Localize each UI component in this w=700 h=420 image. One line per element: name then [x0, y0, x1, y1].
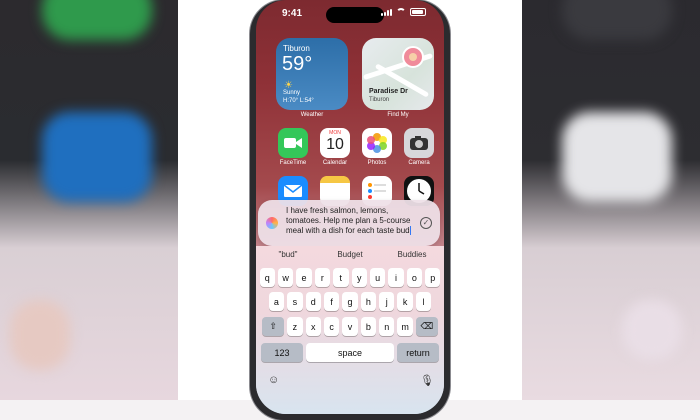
blurred-background-right — [522, 0, 700, 400]
emoji-icon[interactable]: ☺ — [268, 374, 279, 386]
calendar-date: 10 — [326, 136, 344, 153]
calendar-icon[interactable]: MON 10 — [320, 128, 350, 158]
key-l[interactable]: l — [415, 292, 432, 311]
app-label-calendar: Calendar — [322, 160, 348, 166]
key-x[interactable]: x — [305, 317, 321, 336]
space-key[interactable]: space — [306, 343, 394, 362]
key-w[interactable]: w — [277, 268, 294, 287]
wifi-icon — [396, 8, 406, 16]
key-o[interactable]: o — [406, 268, 423, 287]
key-k[interactable]: k — [397, 292, 413, 311]
key-v[interactable]: v — [342, 317, 358, 336]
camera-icon[interactable] — [404, 128, 434, 158]
key-p[interactable]: p — [425, 268, 441, 287]
key-row-4: 123 space return — [256, 343, 444, 362]
weather-temp: 59° — [282, 53, 313, 75]
signal-icon — [381, 8, 392, 16]
weather-widget[interactable]: Tiburon 59° ☀ Sunny H:70° L:54° — [276, 38, 348, 110]
home-screen: 9:41 Tiburon 59° ☀ Sunny H:70° L:54° Wea… — [256, 0, 444, 414]
facetime-icon[interactable] — [278, 128, 308, 158]
key-y[interactable]: y — [351, 268, 367, 287]
text-cursor — [409, 226, 411, 236]
key-e[interactable]: e — [296, 268, 312, 287]
findmy-widget-label: Find My — [387, 112, 409, 118]
key-r[interactable]: r — [314, 268, 331, 287]
app-label-camera: Camera — [408, 160, 430, 166]
weather-city: Tiburon — [283, 44, 310, 53]
checkmark-icon[interactable]: ✓ — [420, 217, 432, 229]
weather-condition: Sunny — [283, 90, 301, 96]
key-row-1: q w e r t y u i o p — [256, 268, 444, 287]
key-b[interactable]: b — [360, 317, 377, 336]
key-m[interactable]: m — [397, 317, 413, 336]
apple-intelligence-icon — [266, 217, 278, 229]
weather-high-low: H:70° L:54° — [283, 98, 314, 104]
microphone-icon[interactable]: 🎙 — [420, 374, 434, 387]
dynamic-island — [326, 7, 384, 23]
app-label-photos: Photos — [367, 160, 387, 166]
suggestion-2[interactable]: Buddies — [382, 250, 442, 259]
findmy-city: Tiburon — [369, 97, 390, 103]
iphone-frame: 9:41 Tiburon 59° ☀ Sunny H:70° L:54° Wea… — [250, 0, 450, 420]
key-d[interactable]: d — [305, 292, 321, 311]
delete-key[interactable]: ⌫ — [415, 317, 438, 336]
return-key[interactable]: return — [397, 343, 439, 362]
findmy-place: Paradise Dr — [369, 88, 408, 95]
status-time: 9:41 — [282, 8, 303, 19]
location-pin-icon — [402, 46, 424, 68]
key-h[interactable]: h — [360, 292, 377, 311]
key-u[interactable]: u — [369, 268, 386, 287]
key-s[interactable]: s — [287, 292, 303, 311]
shift-icon: ⇧ — [269, 321, 277, 331]
key-n[interactable]: n — [379, 317, 395, 336]
battery-icon — [410, 8, 426, 16]
photos-icon[interactable] — [362, 128, 392, 158]
keyboard: "bud" Budget Buddies q w e r t y u i o p… — [256, 246, 444, 414]
numbers-key[interactable]: 123 — [261, 343, 303, 362]
weather-widget-label: Weather — [300, 112, 324, 118]
key-row-2: a s d f g h j k l — [256, 292, 444, 311]
shift-key[interactable]: ⇧ — [262, 317, 285, 336]
key-row-3: ⇧ z x c v b n m ⌫ — [256, 317, 444, 336]
key-i[interactable]: i — [388, 268, 404, 287]
status-icons — [381, 8, 426, 16]
key-z[interactable]: z — [287, 317, 303, 336]
key-c[interactable]: c — [323, 317, 340, 336]
key-q[interactable]: q — [259, 268, 275, 287]
key-f[interactable]: f — [323, 292, 340, 311]
suggestion-0[interactable]: "bud" — [258, 250, 318, 259]
findmy-widget[interactable]: Paradise Dr Tiburon — [362, 38, 434, 110]
key-g[interactable]: g — [342, 292, 358, 311]
blurred-background-left — [0, 0, 178, 400]
suggestion-1[interactable]: Budget — [320, 250, 380, 259]
writing-tools-prompt[interactable]: I have fresh salmon, lemons, tomatoes. H… — [258, 200, 440, 246]
prompt-input[interactable]: I have fresh salmon, lemons, tomatoes. H… — [286, 206, 418, 236]
prompt-text: I have fresh salmon, lemons, tomatoes. H… — [286, 206, 411, 235]
app-label-facetime: FaceTime — [279, 160, 307, 166]
backspace-icon: ⌫ — [420, 321, 434, 331]
key-a[interactable]: a — [268, 292, 285, 311]
key-t[interactable]: t — [333, 268, 349, 287]
key-j[interactable]: j — [379, 292, 395, 311]
